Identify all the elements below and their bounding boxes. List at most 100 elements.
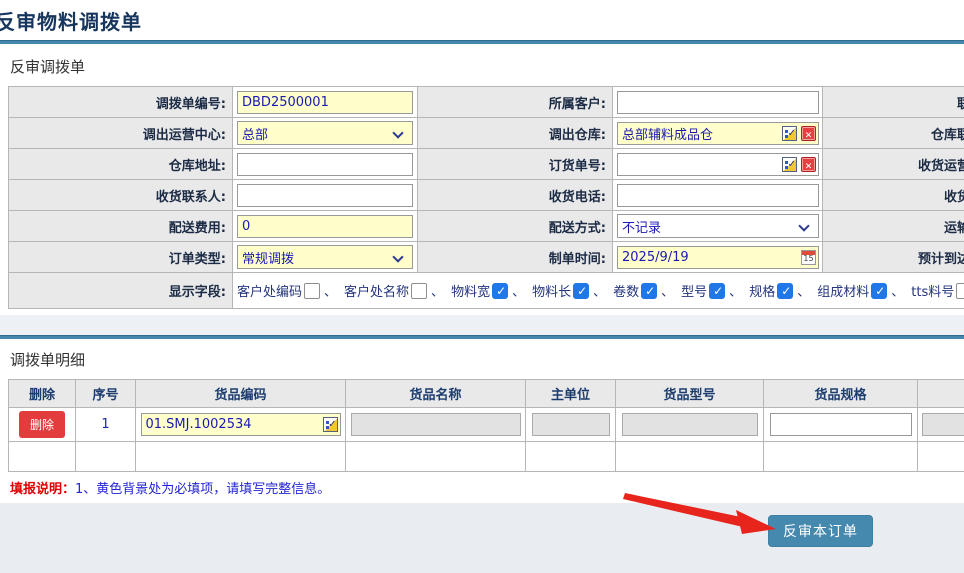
out-center-select[interactable]: 总部 bbox=[237, 121, 413, 145]
display-field-label: 组成材料 bbox=[817, 281, 869, 300]
display-field-label: 卷数 bbox=[613, 281, 639, 300]
pick-icon[interactable] bbox=[782, 126, 797, 141]
out-warehouse-label: 调出仓库: bbox=[418, 118, 613, 149]
out-center-value: 总部 bbox=[242, 124, 268, 143]
page-header: 反审物料调拨单 bbox=[0, 0, 964, 40]
receive-address-label-cut: 收货 bbox=[823, 180, 964, 211]
detail-section: 调拨单明细 删除 序号 货品编码 货品名称 主单位 货品型号 货品规格 删除 1 bbox=[0, 339, 964, 503]
fill-note: 填报说明：1、黄色背景处为必填项，请填写完整信息。 bbox=[10, 478, 964, 497]
checkbox-spec[interactable] bbox=[777, 283, 793, 299]
col-model: 货品型号 bbox=[616, 380, 764, 408]
pick-icon[interactable] bbox=[323, 417, 338, 432]
form-table: 调拨单编号: 所属客户: 联 调出运营中心: 总部 调出仓库: 仓库联 bbox=[8, 86, 964, 309]
order-no-label: 订货单号: bbox=[418, 149, 613, 180]
item-name-input bbox=[351, 413, 521, 436]
checkbox-material-width[interactable] bbox=[492, 283, 508, 299]
col-name: 货品名称 bbox=[346, 380, 526, 408]
detail-header-row: 删除 序号 货品编码 货品名称 主单位 货品型号 货品规格 bbox=[9, 380, 964, 408]
warehouse-address-label: 仓库地址: bbox=[9, 149, 233, 180]
separator: 、 bbox=[661, 281, 674, 300]
display-fields-list: 客户处编码、 客户处名称、 物料宽、 物料长、 卷数、 型号、 规格、 组成材料… bbox=[237, 273, 964, 308]
form-row-display-fields: 显示字段: 客户处编码、 客户处名称、 物料宽、 物料长、 卷数、 型号、 规格… bbox=[9, 273, 964, 309]
receive-phone-input[interactable] bbox=[617, 184, 819, 207]
display-field-label: 型号 bbox=[681, 281, 707, 300]
col-code: 货品编码 bbox=[136, 380, 346, 408]
eta-label-cut: 预计到达 bbox=[823, 242, 964, 273]
delivery-method-label: 配送方式: bbox=[418, 211, 613, 242]
checkbox-customer-code[interactable] bbox=[304, 283, 320, 299]
transfer-no-label: 调拨单编号: bbox=[9, 87, 233, 118]
delete-row-button[interactable]: 删除 bbox=[19, 411, 65, 438]
checkbox-roll-count[interactable] bbox=[641, 283, 657, 299]
create-time-input[interactable] bbox=[617, 246, 819, 269]
create-time-label: 制单时间: bbox=[418, 242, 613, 273]
separator: 、 bbox=[797, 281, 810, 300]
receiver-input[interactable] bbox=[237, 184, 413, 207]
item-unit-input bbox=[532, 413, 610, 436]
checkbox-customer-name[interactable] bbox=[411, 283, 427, 299]
checkbox-composition[interactable] bbox=[871, 283, 887, 299]
detail-row-1: 删除 1 bbox=[9, 408, 964, 442]
form-section: 反审调拨单 调拨单编号: 所属客户: 联 调出运营中心: 总部 调出仓库: bbox=[0, 44, 964, 315]
display-field-label: 客户处编码 bbox=[237, 281, 302, 300]
receive-center-label-cut: 收货运营 bbox=[823, 149, 964, 180]
form-row-warehouse-address: 仓库地址: 订货单号: 收货运营 bbox=[9, 149, 964, 180]
form-row-receiver: 收货联系人: 收货电话: 收货 bbox=[9, 180, 964, 211]
separator: 、 bbox=[512, 281, 525, 300]
display-field-label: tts料号 bbox=[911, 281, 954, 300]
checkbox-material-length[interactable] bbox=[573, 283, 589, 299]
col-spec: 货品规格 bbox=[764, 380, 918, 408]
item-spec-input[interactable] bbox=[770, 413, 912, 436]
page-title: 反审物料调拨单 bbox=[0, 6, 964, 35]
warehouse-address-input[interactable] bbox=[237, 153, 413, 176]
delivery-method-select[interactable]: 不记录 bbox=[617, 214, 819, 238]
display-field-label: 规格 bbox=[749, 281, 775, 300]
clear-icon[interactable] bbox=[801, 126, 816, 141]
pick-icon[interactable] bbox=[782, 157, 797, 172]
warehouse-contact-label-cut: 仓库联 bbox=[823, 118, 964, 149]
display-field-label: 客户处名称 bbox=[344, 281, 409, 300]
transport-label-cut: 运输 bbox=[823, 211, 964, 242]
contact-label-cut: 联 bbox=[823, 87, 964, 118]
col-unit: 主单位 bbox=[526, 380, 616, 408]
note-text: 1、黄色背景处为必填项，请填写完整信息。 bbox=[75, 482, 330, 497]
section-gap bbox=[0, 315, 964, 335]
calendar-icon[interactable] bbox=[801, 250, 816, 265]
receiver-label: 收货联系人: bbox=[9, 180, 233, 211]
note-label: 填报说明： bbox=[10, 482, 75, 497]
order-type-value: 常规调拨 bbox=[242, 248, 294, 267]
delivery-method-value: 不记录 bbox=[622, 217, 661, 236]
row-seq: 1 bbox=[76, 408, 136, 442]
delivery-fee-input[interactable] bbox=[237, 215, 413, 238]
item-model-input bbox=[622, 413, 758, 436]
display-field-label: 物料宽 bbox=[451, 281, 490, 300]
form-row-transfer-no: 调拨单编号: 所属客户: 联 bbox=[9, 87, 964, 118]
display-field-label: 物料长 bbox=[532, 281, 571, 300]
col-delete: 删除 bbox=[9, 380, 76, 408]
reverse-audit-button[interactable]: 反审本订单 bbox=[768, 515, 873, 547]
col-seq: 序号 bbox=[76, 380, 136, 408]
clear-icon[interactable] bbox=[801, 157, 816, 172]
separator: 、 bbox=[593, 281, 606, 300]
customer-label: 所属客户: bbox=[418, 87, 613, 118]
detail-section-title: 调拨单明细 bbox=[10, 349, 964, 370]
transfer-no-input[interactable] bbox=[237, 91, 413, 114]
receive-phone-label: 收货电话: bbox=[418, 180, 613, 211]
delivery-fee-label: 配送费用: bbox=[9, 211, 233, 242]
col-extra-cut bbox=[918, 380, 964, 408]
checkbox-tts-no[interactable] bbox=[956, 283, 964, 299]
order-type-label: 订单类型: bbox=[9, 242, 233, 273]
separator: 、 bbox=[729, 281, 742, 300]
detail-row-empty bbox=[9, 442, 964, 472]
form-row-delivery-fee: 配送费用: 配送方式: 不记录 运输 bbox=[9, 211, 964, 242]
detail-table: 删除 序号 货品编码 货品名称 主单位 货品型号 货品规格 删除 1 bbox=[8, 379, 964, 472]
checkbox-model[interactable] bbox=[709, 283, 725, 299]
display-fields-label: 显示字段: bbox=[9, 273, 233, 309]
footer-bar: 反审本订单 bbox=[0, 503, 964, 573]
item-extra-input bbox=[922, 413, 964, 436]
separator: 、 bbox=[891, 281, 904, 300]
customer-input[interactable] bbox=[617, 91, 819, 114]
order-type-select[interactable]: 常规调拨 bbox=[237, 245, 413, 269]
form-row-out-center: 调出运营中心: 总部 调出仓库: 仓库联 bbox=[9, 118, 964, 149]
item-code-input[interactable] bbox=[141, 413, 341, 436]
